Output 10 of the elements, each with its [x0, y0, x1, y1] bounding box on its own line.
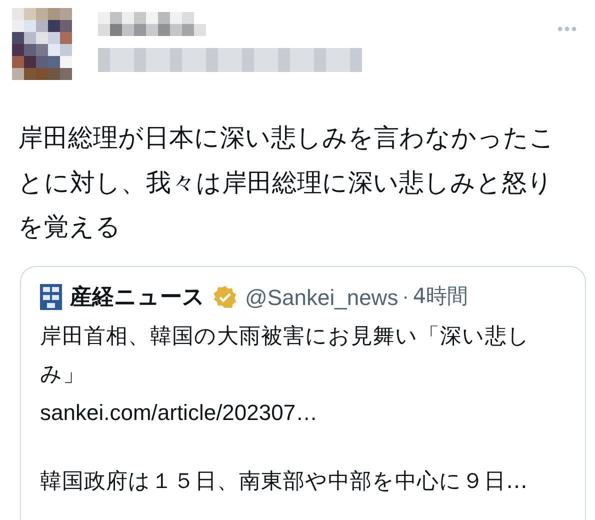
more-icon[interactable] — [557, 26, 577, 32]
logo-icon — [40, 284, 62, 310]
tweet-text: 岸田総理が日本に深い悲しみを言わなかったことに対し、我々は岸田総理に深い悲しみと怒りを覚える — [18, 122, 556, 243]
article-link[interactable]: sankei.com/article/202307… — [40, 394, 566, 432]
quoted-tweet-card[interactable]: 産経ニュース @Sankei_news · 4時間 岸田首相、韓国の大雨被害にお見舞い「深い悲しみ」 sankei.com/article/202307… 韓国政府は１５日、南東部や中部を中心に９日… — [20, 266, 586, 520]
separator-dot: · — [402, 285, 409, 310]
article-summary: 韓国政府は１５日、南東部や中部を中心に９日… — [40, 468, 528, 496]
post-time: 4時間 — [412, 283, 468, 310]
account-handle: @Sankei_news — [245, 284, 398, 312]
account-name: 産経ニュース — [70, 284, 205, 312]
